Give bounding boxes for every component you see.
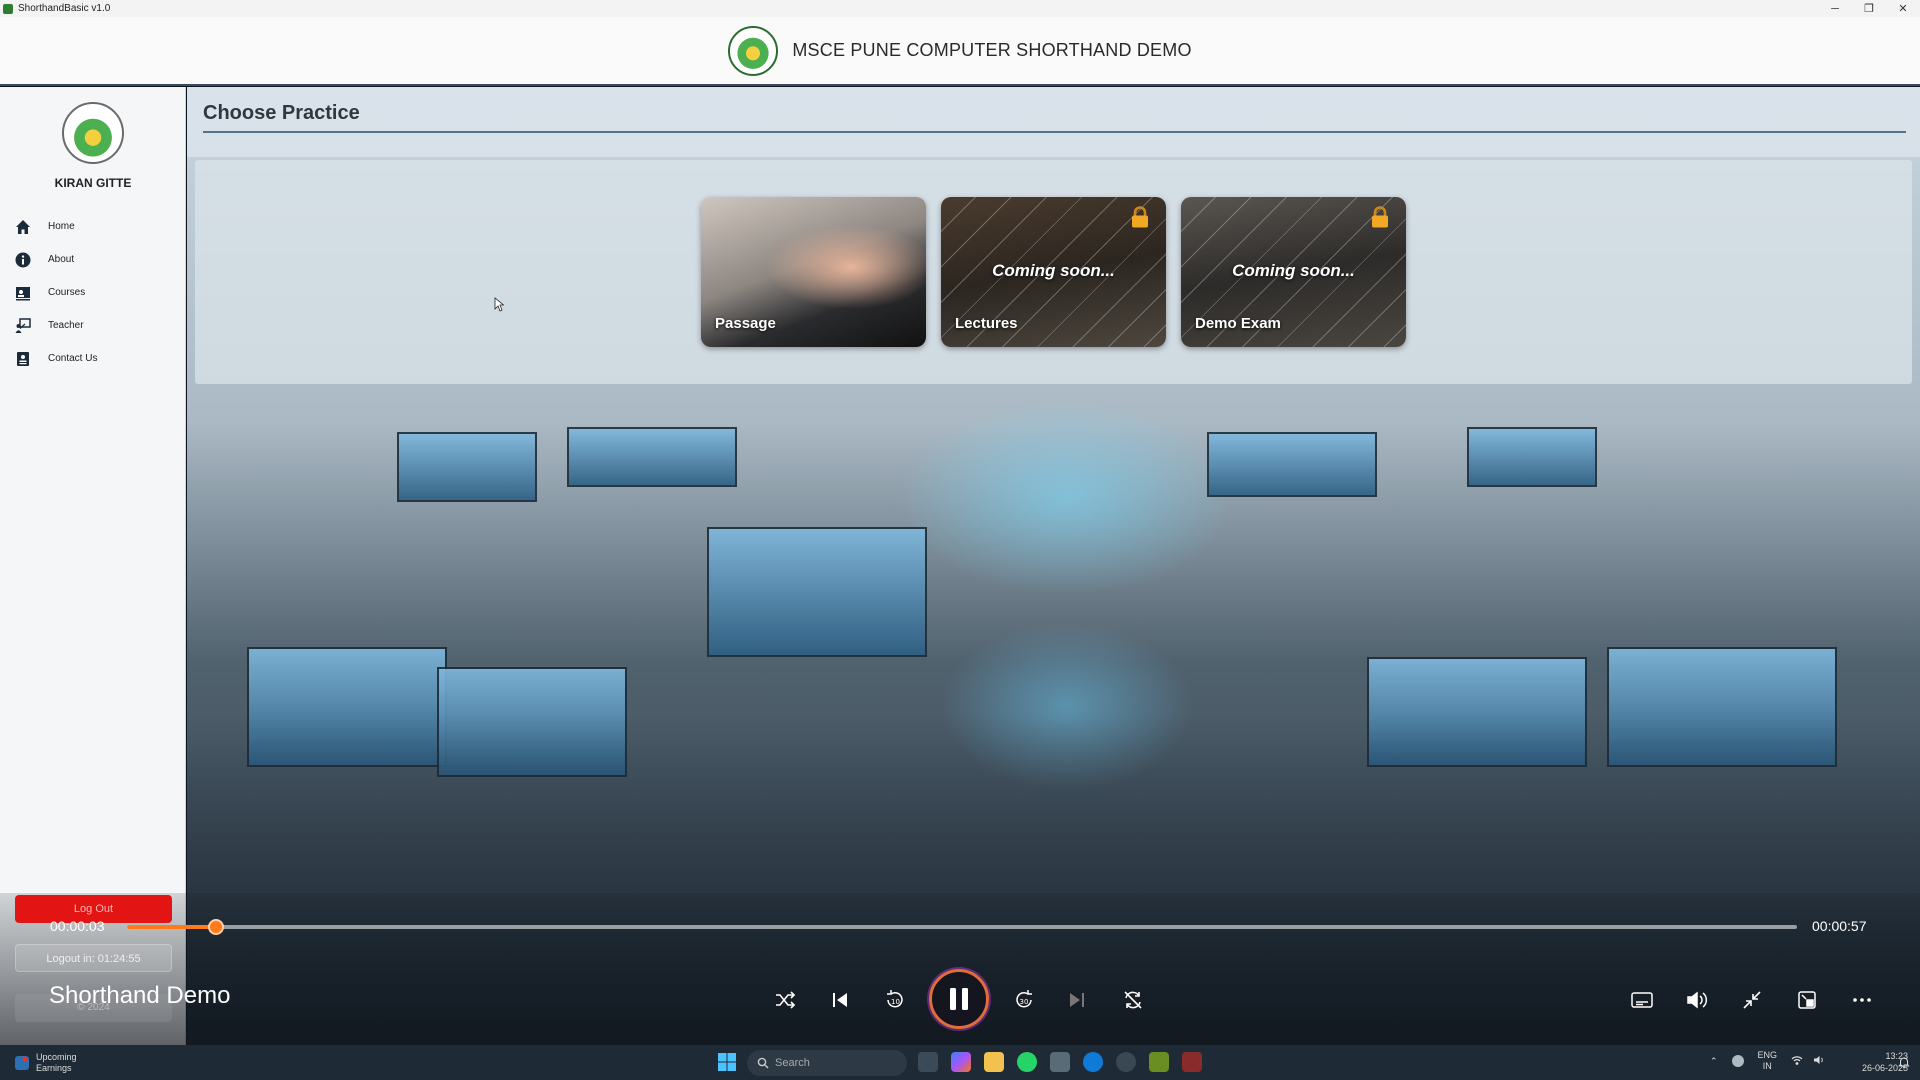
scene-screen: [567, 427, 737, 487]
coming-soon-label: Coming soon...: [1232, 261, 1355, 280]
seek-bar-thumb[interactable]: [207, 919, 224, 935]
logout-timer: Logout in: 01:24:55: [15, 944, 172, 972]
svg-text:30: 30: [1020, 998, 1029, 1006]
app-header: MSCE PUNE COMPUTER SHORTHAND DEMO: [0, 17, 1920, 86]
chevron-up-icon[interactable]: ⌃: [1710, 1056, 1718, 1067]
system-tray[interactable]: ⌃ ENG IN: [1710, 1050, 1825, 1072]
practice-card-passage[interactable]: Passage: [701, 197, 926, 347]
lock-icon: [1128, 205, 1152, 229]
close-button[interactable]: ✕: [1886, 0, 1920, 17]
previous-icon[interactable]: [825, 985, 855, 1015]
wifi-icon[interactable]: [1791, 1055, 1803, 1067]
repeat-icon[interactable]: [1118, 985, 1148, 1015]
rewind-10-icon[interactable]: 10: [880, 985, 910, 1015]
captions-icon[interactable]: [1627, 985, 1657, 1015]
sidebar-item-home[interactable]: Home: [0, 210, 186, 243]
minimize-button[interactable]: ─: [1818, 0, 1852, 17]
sidebar-item-about[interactable]: About: [0, 243, 186, 276]
card-label: Passage: [715, 315, 776, 332]
mini-player-icon[interactable]: [1792, 985, 1822, 1015]
window-title: ShorthandBasic v1.0: [18, 3, 111, 14]
pause-button[interactable]: [929, 969, 989, 1029]
coming-soon-label: Coming soon...: [992, 261, 1115, 280]
restore-button[interactable]: ❐: [1852, 0, 1886, 17]
shorthand-app-icon[interactable]: [1182, 1052, 1202, 1072]
exit-fullscreen-icon[interactable]: [1737, 985, 1767, 1015]
header-title: MSCE PUNE COMPUTER SHORTHAND DEMO: [792, 40, 1192, 60]
page-title: Choose Practice: [203, 102, 360, 124]
task-view-icon[interactable]: [918, 1052, 938, 1072]
store-icon[interactable]: [1050, 1052, 1070, 1072]
teacher-icon: [14, 317, 32, 335]
file-explorer-icon[interactable]: [984, 1052, 1004, 1072]
sidebar-nav: Home About Courses Teacher Contact Us: [0, 210, 186, 375]
copilot-icon[interactable]: [951, 1052, 971, 1072]
shuffle-icon[interactable]: [770, 985, 800, 1015]
avatar: [62, 102, 124, 164]
search-placeholder: Search: [775, 1057, 810, 1069]
mouse-cursor-icon: [494, 297, 505, 317]
title-divider: [203, 131, 1906, 133]
practice-header-band: [187, 87, 1920, 157]
duration-time: 00:00:57: [1812, 918, 1867, 934]
search-icon: [757, 1057, 769, 1069]
widget-line-2: Earnings: [36, 1063, 72, 1073]
practice-card-lectures[interactable]: Coming soon... Lectures: [941, 197, 1166, 347]
stocks-icon: [15, 1056, 29, 1070]
svg-text:10: 10: [891, 998, 900, 1006]
media-title: Shorthand Demo: [49, 982, 231, 1009]
taskbar-search[interactable]: Search: [747, 1050, 907, 1076]
widget-line-1: Upcoming: [36, 1052, 77, 1062]
user-name: KIRAN GITTE: [54, 176, 132, 190]
sidebar-item-label: Teacher: [48, 320, 84, 331]
home-icon: [14, 218, 32, 236]
sidebar-item-label: About: [48, 254, 75, 265]
chrome-icon[interactable]: [1116, 1052, 1136, 1072]
info-icon: [14, 251, 32, 269]
window-titlebar: ShorthandBasic v1.0 ─ ❐ ✕: [0, 0, 1920, 17]
lock-icon: [1368, 205, 1392, 229]
sidebar-item-label: Contact Us: [48, 353, 98, 364]
seek-bar-progress: [127, 925, 216, 929]
taskbar-widget[interactable]: Upcoming Earnings: [14, 1050, 84, 1076]
scene-screen: [397, 432, 537, 502]
sidebar-item-label: Home: [48, 221, 75, 232]
courses-icon: [14, 284, 32, 302]
contact-icon: [14, 350, 32, 368]
card-label: Demo Exam: [1195, 315, 1281, 332]
sidebar-item-contact[interactable]: Contact Us: [0, 342, 186, 375]
elapsed-time: 00:00:03: [50, 918, 105, 934]
forward-30-icon[interactable]: 30: [1009, 985, 1039, 1015]
next-icon[interactable]: [1062, 985, 1092, 1015]
sidebar-item-label: Courses: [48, 287, 86, 298]
scene-screen: [707, 527, 927, 657]
language-region: IN: [1762, 1061, 1772, 1071]
more-options-icon[interactable]: [1847, 985, 1877, 1015]
speaker-icon[interactable]: [1813, 1055, 1825, 1067]
onedrive-icon[interactable]: [1731, 1055, 1744, 1067]
sidebar-item-teacher[interactable]: Teacher: [0, 309, 186, 342]
app-icon: [3, 3, 13, 14]
notification-bell-icon[interactable]: [1898, 1056, 1910, 1074]
scene-screen: [1207, 432, 1377, 497]
practice-card-demo-exam[interactable]: Coming soon... Demo Exam: [1181, 197, 1406, 347]
edge-icon[interactable]: [1083, 1052, 1103, 1072]
whatsapp-icon[interactable]: [1017, 1052, 1037, 1072]
card-label: Lectures: [955, 315, 1018, 332]
language-indicator[interactable]: ENG IN: [1758, 1050, 1778, 1072]
language-code: ENG: [1757, 1050, 1778, 1060]
seek-bar[interactable]: [127, 925, 1797, 929]
sidebar-item-courses[interactable]: Courses: [0, 276, 186, 309]
app-pinned-icon[interactable]: [1149, 1052, 1169, 1072]
volume-icon[interactable]: [1682, 985, 1712, 1015]
windows-start-icon[interactable]: [718, 1053, 736, 1071]
scene-screen: [1467, 427, 1597, 487]
institute-logo: [728, 25, 779, 76]
pause-icon: [950, 988, 968, 1010]
